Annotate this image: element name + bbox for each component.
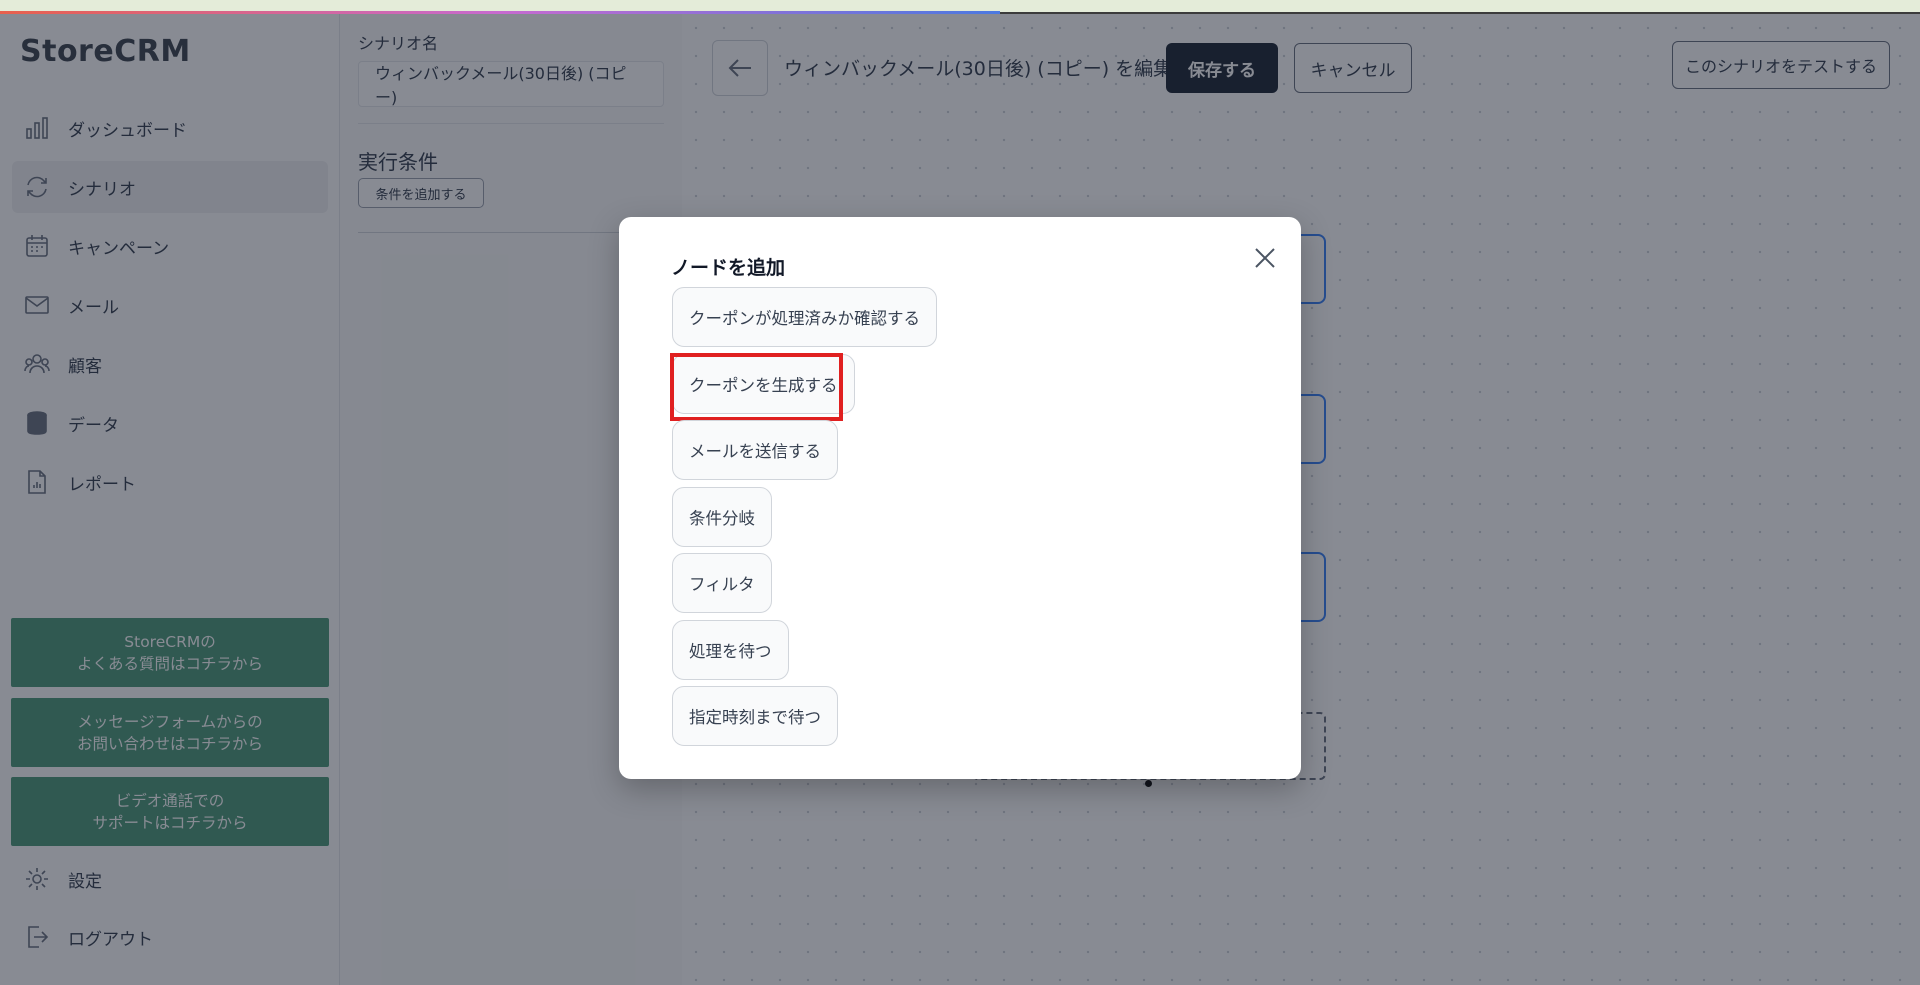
node-option-generate-coupon[interactable]: クーポンを生成する [672,354,855,414]
node-option-send-mail[interactable]: メールを送信する [672,420,838,480]
node-option-wait[interactable]: 処理を待つ [672,620,789,680]
node-option-branch[interactable]: 条件分岐 [672,487,772,547]
node-option-check-coupon[interactable]: クーポンが処理済みか確認する [672,287,937,347]
node-option-filter[interactable]: フィルタ [672,553,772,613]
modal-title: ノードを追加 [671,257,786,279]
close-icon [1255,248,1275,268]
add-node-modal: ノードを追加 クーポンが処理済みか確認する クーポンを生成する メールを送信する… [619,217,1301,779]
node-option-wait-until[interactable]: 指定時刻まで待つ [672,686,838,746]
modal-close-button[interactable] [1249,242,1281,274]
browser-top-bar [0,0,1920,14]
